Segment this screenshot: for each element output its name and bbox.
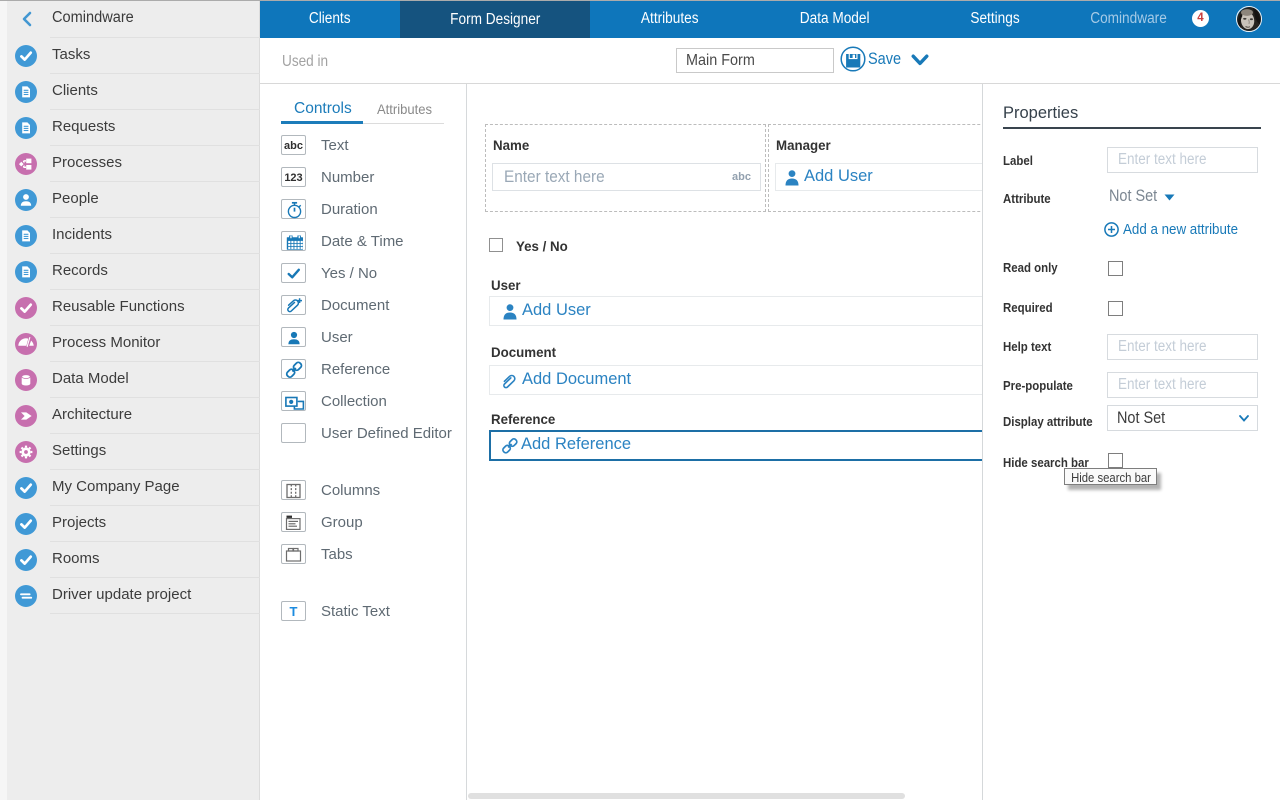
svg-text:abc: abc: [284, 140, 303, 152]
svg-text:T: T: [290, 604, 298, 619]
svg-text:123: 123: [284, 172, 302, 184]
